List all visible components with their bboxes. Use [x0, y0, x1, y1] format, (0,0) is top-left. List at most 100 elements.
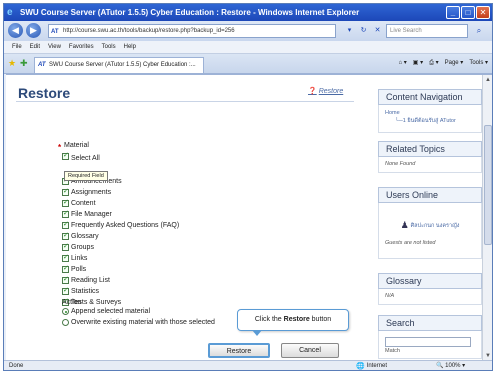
material-checkbox-item[interactable]: File Manager	[62, 209, 179, 220]
site-icon: AT	[51, 29, 59, 35]
material-item-label: Assignments	[71, 189, 112, 196]
panel-title: Users Online	[378, 187, 482, 203]
material-checkbox-item[interactable]: Groups	[62, 242, 179, 253]
search-icon[interactable]: ⌕	[471, 24, 487, 38]
page-menu[interactable]: Page ▾	[445, 58, 464, 69]
material-item-label: Frequently Asked Questions (FAQ)	[71, 222, 180, 229]
checkbox-icon	[62, 198, 69, 208]
vertical-scrollbar[interactable]: ▲ ▼	[482, 75, 492, 360]
sidebar-search-input[interactable]	[385, 337, 471, 347]
stop-icon[interactable]: ✕	[372, 25, 383, 36]
material-item-label: Reading List	[71, 277, 110, 284]
radio-icon	[62, 319, 69, 326]
globe-icon: 🌐	[356, 363, 365, 370]
refresh-icon[interactable]: ↻	[358, 25, 369, 36]
search-panel: Search Match	[378, 315, 482, 359]
window-controls: _ □ ✕	[446, 6, 490, 19]
checkbox-icon	[62, 286, 69, 296]
material-checkbox-item[interactable]: Statistics	[62, 286, 179, 297]
dropdown-icon[interactable]: ▾	[344, 25, 355, 36]
address-toolbar: ◀ ▶ AT http://course.swu.ac.th/tools/bac…	[4, 21, 492, 41]
scroll-thumb[interactable]	[484, 125, 492, 245]
scroll-up-icon[interactable]: ▲	[484, 76, 492, 84]
material-item-label: Groups	[71, 244, 94, 251]
maximize-button[interactable]: □	[461, 6, 475, 19]
material-checkbox-item[interactable]: Reading List	[62, 275, 179, 286]
material-checkbox-item[interactable]: Content	[62, 198, 179, 209]
browser-window: e SWU Course Server (ATutor 1.5.5) Cyber…	[3, 3, 493, 371]
tab-title: SWU Course Server (ATutor 1.5.5) Cyber E…	[49, 62, 196, 68]
menu-view[interactable]: View	[48, 41, 61, 53]
material-checkbox-item[interactable]: Assignments	[62, 187, 179, 198]
address-tools: ▾ ↻ ✕	[344, 25, 383, 36]
online-user[interactable]: ♟ ศิลปะกนก นงคราญัง	[385, 221, 475, 230]
related-topics-body: None Found	[378, 157, 482, 173]
add-favorite-icon[interactable]: ✚	[20, 58, 28, 69]
checkbox-icon	[62, 209, 69, 219]
action-label: Action	[62, 299, 82, 306]
help-icon: ❓	[308, 88, 317, 95]
scroll-down-icon[interactable]: ▼	[484, 352, 492, 360]
live-search-input[interactable]: Live Search	[386, 24, 468, 38]
radio-selected-icon	[62, 308, 69, 315]
title-divider	[16, 101, 354, 102]
callout-pointer	[252, 330, 262, 336]
related-topics-panel: Related Topics None Found	[378, 141, 482, 173]
favorites-star-icon[interactable]: ★	[8, 58, 16, 69]
menu-help[interactable]: Help	[124, 41, 136, 53]
address-input[interactable]: AT http://course.swu.ac.th/tools/backup/…	[48, 24, 336, 38]
security-zone: 🌐 Internet	[356, 363, 388, 370]
panel-title: Search	[378, 315, 482, 331]
feeds-icon[interactable]: ▣ ▾	[413, 58, 423, 69]
cancel-button[interactable]: Cancel	[281, 343, 339, 358]
nav-home-link[interactable]: Home	[385, 109, 475, 117]
internet-explorer-icon: e	[7, 7, 13, 18]
tools-menu[interactable]: Tools ▾	[469, 58, 488, 69]
forward-button[interactable]: ▶	[26, 23, 41, 38]
page-title: Restore	[18, 85, 71, 101]
minimize-button[interactable]: _	[446, 6, 460, 19]
search-hint: Match	[385, 348, 400, 354]
users-online-panel: Users Online ♟ ศิลปะกนก นงคราญัง Guests a…	[378, 187, 482, 259]
material-item-label: Statistics	[71, 288, 100, 295]
material-checkbox-item[interactable]: Links	[62, 253, 179, 264]
material-item-label: File Manager	[71, 211, 112, 218]
checkbox-icon	[62, 275, 69, 285]
home-icon[interactable]: ⌂ ▾	[398, 58, 406, 69]
close-button[interactable]: ✕	[476, 6, 490, 19]
checkbox-icon	[62, 231, 69, 241]
material-label: Material	[64, 142, 89, 149]
checkbox-icon	[62, 264, 69, 274]
page-content: Restore ❓Restore * Material Select All R…	[6, 74, 492, 360]
search-body: Match	[378, 331, 482, 359]
users-online-body: ♟ ศิลปะกนก นงคราญัง Guests are not listed	[378, 203, 482, 259]
material-item-label: Links	[71, 255, 88, 262]
menu-favorites[interactable]: Favorites	[69, 41, 94, 53]
menu-tools[interactable]: Tools	[102, 41, 116, 53]
nav-child-link[interactable]: └─1 ยินดีต้อนรับสู่ ATutor	[385, 117, 475, 125]
zoom-level[interactable]: 🔍 100% ▾	[436, 361, 465, 370]
select-all-checkbox[interactable]: Select All	[62, 151, 100, 162]
required-field-tooltip: Required Field	[64, 171, 108, 181]
tab-active[interactable]: AT SWU Course Server (ATutor 1.5.5) Cybe…	[34, 57, 204, 73]
panel-body: Home └─1 ยินดีต้อนรับสู่ ATutor	[378, 105, 482, 133]
overwrite-radio[interactable]: Overwrite existing material with those s…	[62, 319, 215, 326]
append-radio[interactable]: Append selected material	[62, 308, 150, 315]
material-list: AnnouncementsAssignmentsContentFile Mana…	[62, 176, 179, 308]
menu-edit[interactable]: Edit	[30, 41, 40, 53]
menu-file[interactable]: File	[12, 41, 22, 53]
material-item-label: Glossary	[71, 233, 99, 240]
panel-title: Related Topics	[378, 141, 482, 157]
material-checkbox-item[interactable]: Polls	[62, 264, 179, 275]
command-bar: ⌂ ▾ ▣ ▾ ⎙ ▾ Page ▾ Tools ▾	[398, 58, 488, 69]
restore-button[interactable]: Restore	[208, 343, 270, 358]
print-icon[interactable]: ⎙ ▾	[429, 58, 438, 69]
back-button[interactable]: ◀	[8, 23, 23, 38]
help-link[interactable]: ❓ Restore	[308, 87, 343, 95]
material-item-label: Content	[71, 200, 96, 207]
glossary-panel: Glossary N/A	[378, 273, 482, 305]
guests-note: Guests are not listed	[385, 240, 436, 246]
material-checkbox-item[interactable]: Frequently Asked Questions (FAQ)	[62, 220, 179, 231]
material-checkbox-item[interactable]: Glossary	[62, 231, 179, 242]
required-star-icon: *	[58, 143, 62, 152]
